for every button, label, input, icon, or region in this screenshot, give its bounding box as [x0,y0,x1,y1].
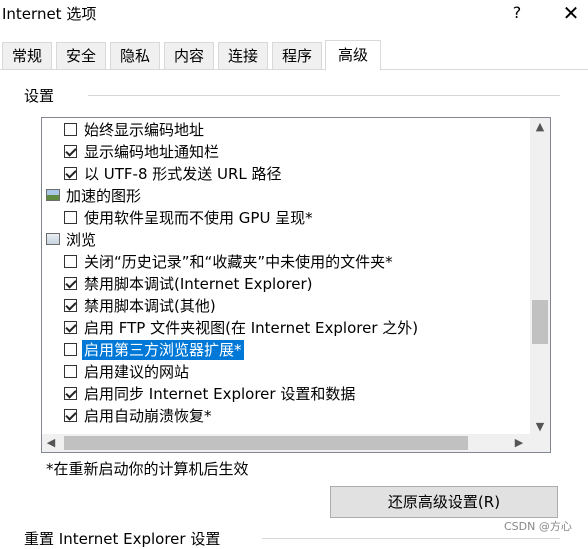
checkbox[interactable] [64,343,77,356]
settings-group-rule [88,95,560,96]
tab-security[interactable]: 安全 [56,42,106,69]
checkbox[interactable] [64,299,77,312]
setting-label: 启用建议的网站 [84,363,190,381]
close-button[interactable]: ✕ [556,1,586,25]
setting-label: 以 UTF-8 形式发送 URL 路径 [84,165,282,183]
checkbox[interactable] [64,321,77,334]
window-title: Internet 选项 [2,5,97,23]
setting-label: 启用自动崩溃恢复* [84,407,212,425]
reset-group-rule [262,538,560,539]
tab-connections[interactable]: 连接 [218,42,268,69]
checkbox[interactable] [64,211,77,224]
category-label: 加速的图形 [66,187,142,205]
browse-category-icon [46,233,60,245]
setting-label: 显示编码地址通知栏 [84,143,220,161]
vertical-scroll-thumb[interactable] [532,300,548,344]
title-bar: Internet 选项 ? ✕ [0,0,588,28]
image-category-icon [46,189,60,201]
tab-privacy[interactable]: 隐私 [110,42,160,69]
scroll-left-icon[interactable]: ◀ [42,434,60,452]
tab-programs[interactable]: 程序 [272,42,322,69]
vertical-scrollbar[interactable]: ▲ ▼ [530,118,550,436]
checkbox[interactable] [64,145,77,158]
checkbox[interactable] [64,255,77,268]
restart-note: *在重新启动你的计算机后生效 [46,460,249,478]
scroll-up-icon[interactable]: ▲ [530,118,550,136]
checkbox[interactable] [64,365,77,378]
setting-label: 禁用脚本调试(Internet Explorer) [84,275,313,293]
checkbox[interactable] [64,277,77,290]
settings-list: 始终显示编码地址 显示编码地址通知栏 以 UTF-8 形式发送 URL 路径 加… [42,118,531,436]
tab-strip: 常规 安全 隐私 内容 连接 程序 高级 [0,40,588,71]
setting-label: 关闭“历史记录”和“收藏夹”中未使用的文件夹* [84,253,393,271]
scroll-right-icon[interactable]: ▶ [510,434,528,452]
setting-label: 启用同步 Internet Explorer 设置和数据 [84,385,356,403]
checkbox[interactable] [64,167,77,180]
scrollbar-corner [530,434,550,452]
tab-general[interactable]: 常规 [2,42,52,69]
setting-label: 禁用脚本调试(其他) [84,297,216,315]
checkbox[interactable] [64,409,77,422]
settings-listbox[interactable]: 始终显示编码地址 显示编码地址通知栏 以 UTF-8 形式发送 URL 路径 加… [41,117,551,453]
settings-group-label: 设置 [24,87,55,105]
help-button[interactable]: ? [505,1,529,25]
checkbox[interactable] [64,387,77,400]
horizontal-scroll-thumb[interactable] [64,436,468,450]
reset-group-label: 重置 Internet Explorer 设置 [24,530,221,548]
watermark: CSDN @方心 [504,520,572,533]
setting-label: 启用第三方浏览器扩展* [82,340,244,360]
category-label: 浏览 [66,231,97,249]
setting-label: 使用软件呈现而不使用 GPU 呈现* [84,209,313,227]
setting-label: 始终显示编码地址 [84,121,205,139]
setting-label: 启用 FTP 文件夹视图(在 Internet Explorer 之外) [84,319,419,337]
restore-advanced-settings-button[interactable]: 还原高级设置(R) [330,486,558,518]
horizontal-scrollbar[interactable]: ◀ ▶ [42,434,530,452]
tab-content[interactable]: 内容 [164,42,214,69]
checkbox[interactable] [64,123,77,136]
tab-divider [0,69,588,70]
tab-advanced[interactable]: 高级 [325,40,381,71]
